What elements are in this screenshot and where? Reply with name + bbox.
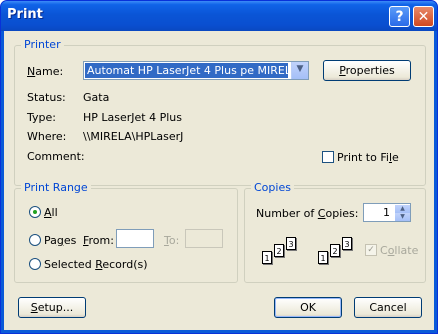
all-label[interactable]: All: [44, 206, 58, 219]
dialog-title: Print: [7, 7, 43, 22]
selected-records-radio[interactable]: [29, 258, 41, 270]
setup-button[interactable]: Setup...: [18, 297, 86, 318]
pages-label[interactable]: Pages: [44, 234, 76, 247]
type-label: Type:: [27, 111, 56, 124]
question-icon: ?: [395, 9, 404, 25]
status-value: Gata: [83, 91, 110, 104]
spin-down-icon[interactable]: ▼: [395, 213, 410, 221]
where-label: Where:: [27, 130, 67, 143]
copies-stepper[interactable]: 1 ▲ ▼: [363, 203, 411, 222]
pages-radio[interactable]: [29, 234, 41, 246]
print-range-label: Print Range: [21, 181, 91, 194]
close-icon: ✕: [417, 9, 430, 25]
print-to-file-label[interactable]: Print to File: [337, 151, 399, 164]
to-label: To:: [164, 234, 180, 247]
print-dialog: Print ? ✕ Printer Name: Automat HP Laser…: [0, 0, 438, 334]
spin-up-icon[interactable]: ▲: [395, 205, 410, 213]
type-value: HP LaserJet 4 Plus: [83, 111, 182, 124]
title-bar[interactable]: Print ? ✕: [1, 1, 437, 31]
number-of-copies-label: Number of Copies:: [256, 207, 359, 220]
status-label: Status:: [27, 91, 66, 104]
name-label: Name:: [27, 65, 64, 78]
ok-button[interactable]: OK: [274, 297, 342, 318]
copies-label: Copies: [251, 181, 294, 194]
copies-value: 1: [383, 206, 390, 219]
printer-group-label: Printer: [21, 38, 64, 51]
all-radio[interactable]: [29, 206, 41, 218]
selected-records-label[interactable]: Selected Record(s): [44, 258, 148, 271]
collate-label[interactable]: Collate: [380, 244, 418, 257]
comment-label: Comment:: [27, 150, 85, 163]
close-button[interactable]: ✕: [413, 6, 434, 27]
help-button[interactable]: ?: [389, 6, 410, 27]
to-input[interactable]: [185, 229, 223, 248]
cancel-button[interactable]: Cancel: [354, 297, 422, 318]
where-value: \\MIRELA\HPLaserJ: [83, 130, 184, 143]
radio-selected-dot: [33, 210, 37, 214]
dialog-body: Printer Name: Automat HP LaserJet 4 Plus…: [4, 31, 434, 330]
from-label: From:: [83, 234, 114, 247]
from-input[interactable]: [116, 229, 154, 248]
check-icon: ✓: [367, 245, 375, 255]
printer-name-value: Automat HP LaserJet 4 Plus pe MIRELA: [85, 63, 288, 78]
collate-checkbox[interactable]: ✓: [365, 244, 377, 256]
chevron-down-icon[interactable]: ▼: [291, 62, 308, 79]
properties-button[interactable]: Properties: [323, 60, 411, 81]
printer-name-select[interactable]: Automat HP LaserJet 4 Plus pe MIRELA ▼: [83, 61, 309, 80]
print-to-file-checkbox[interactable]: [322, 151, 334, 163]
